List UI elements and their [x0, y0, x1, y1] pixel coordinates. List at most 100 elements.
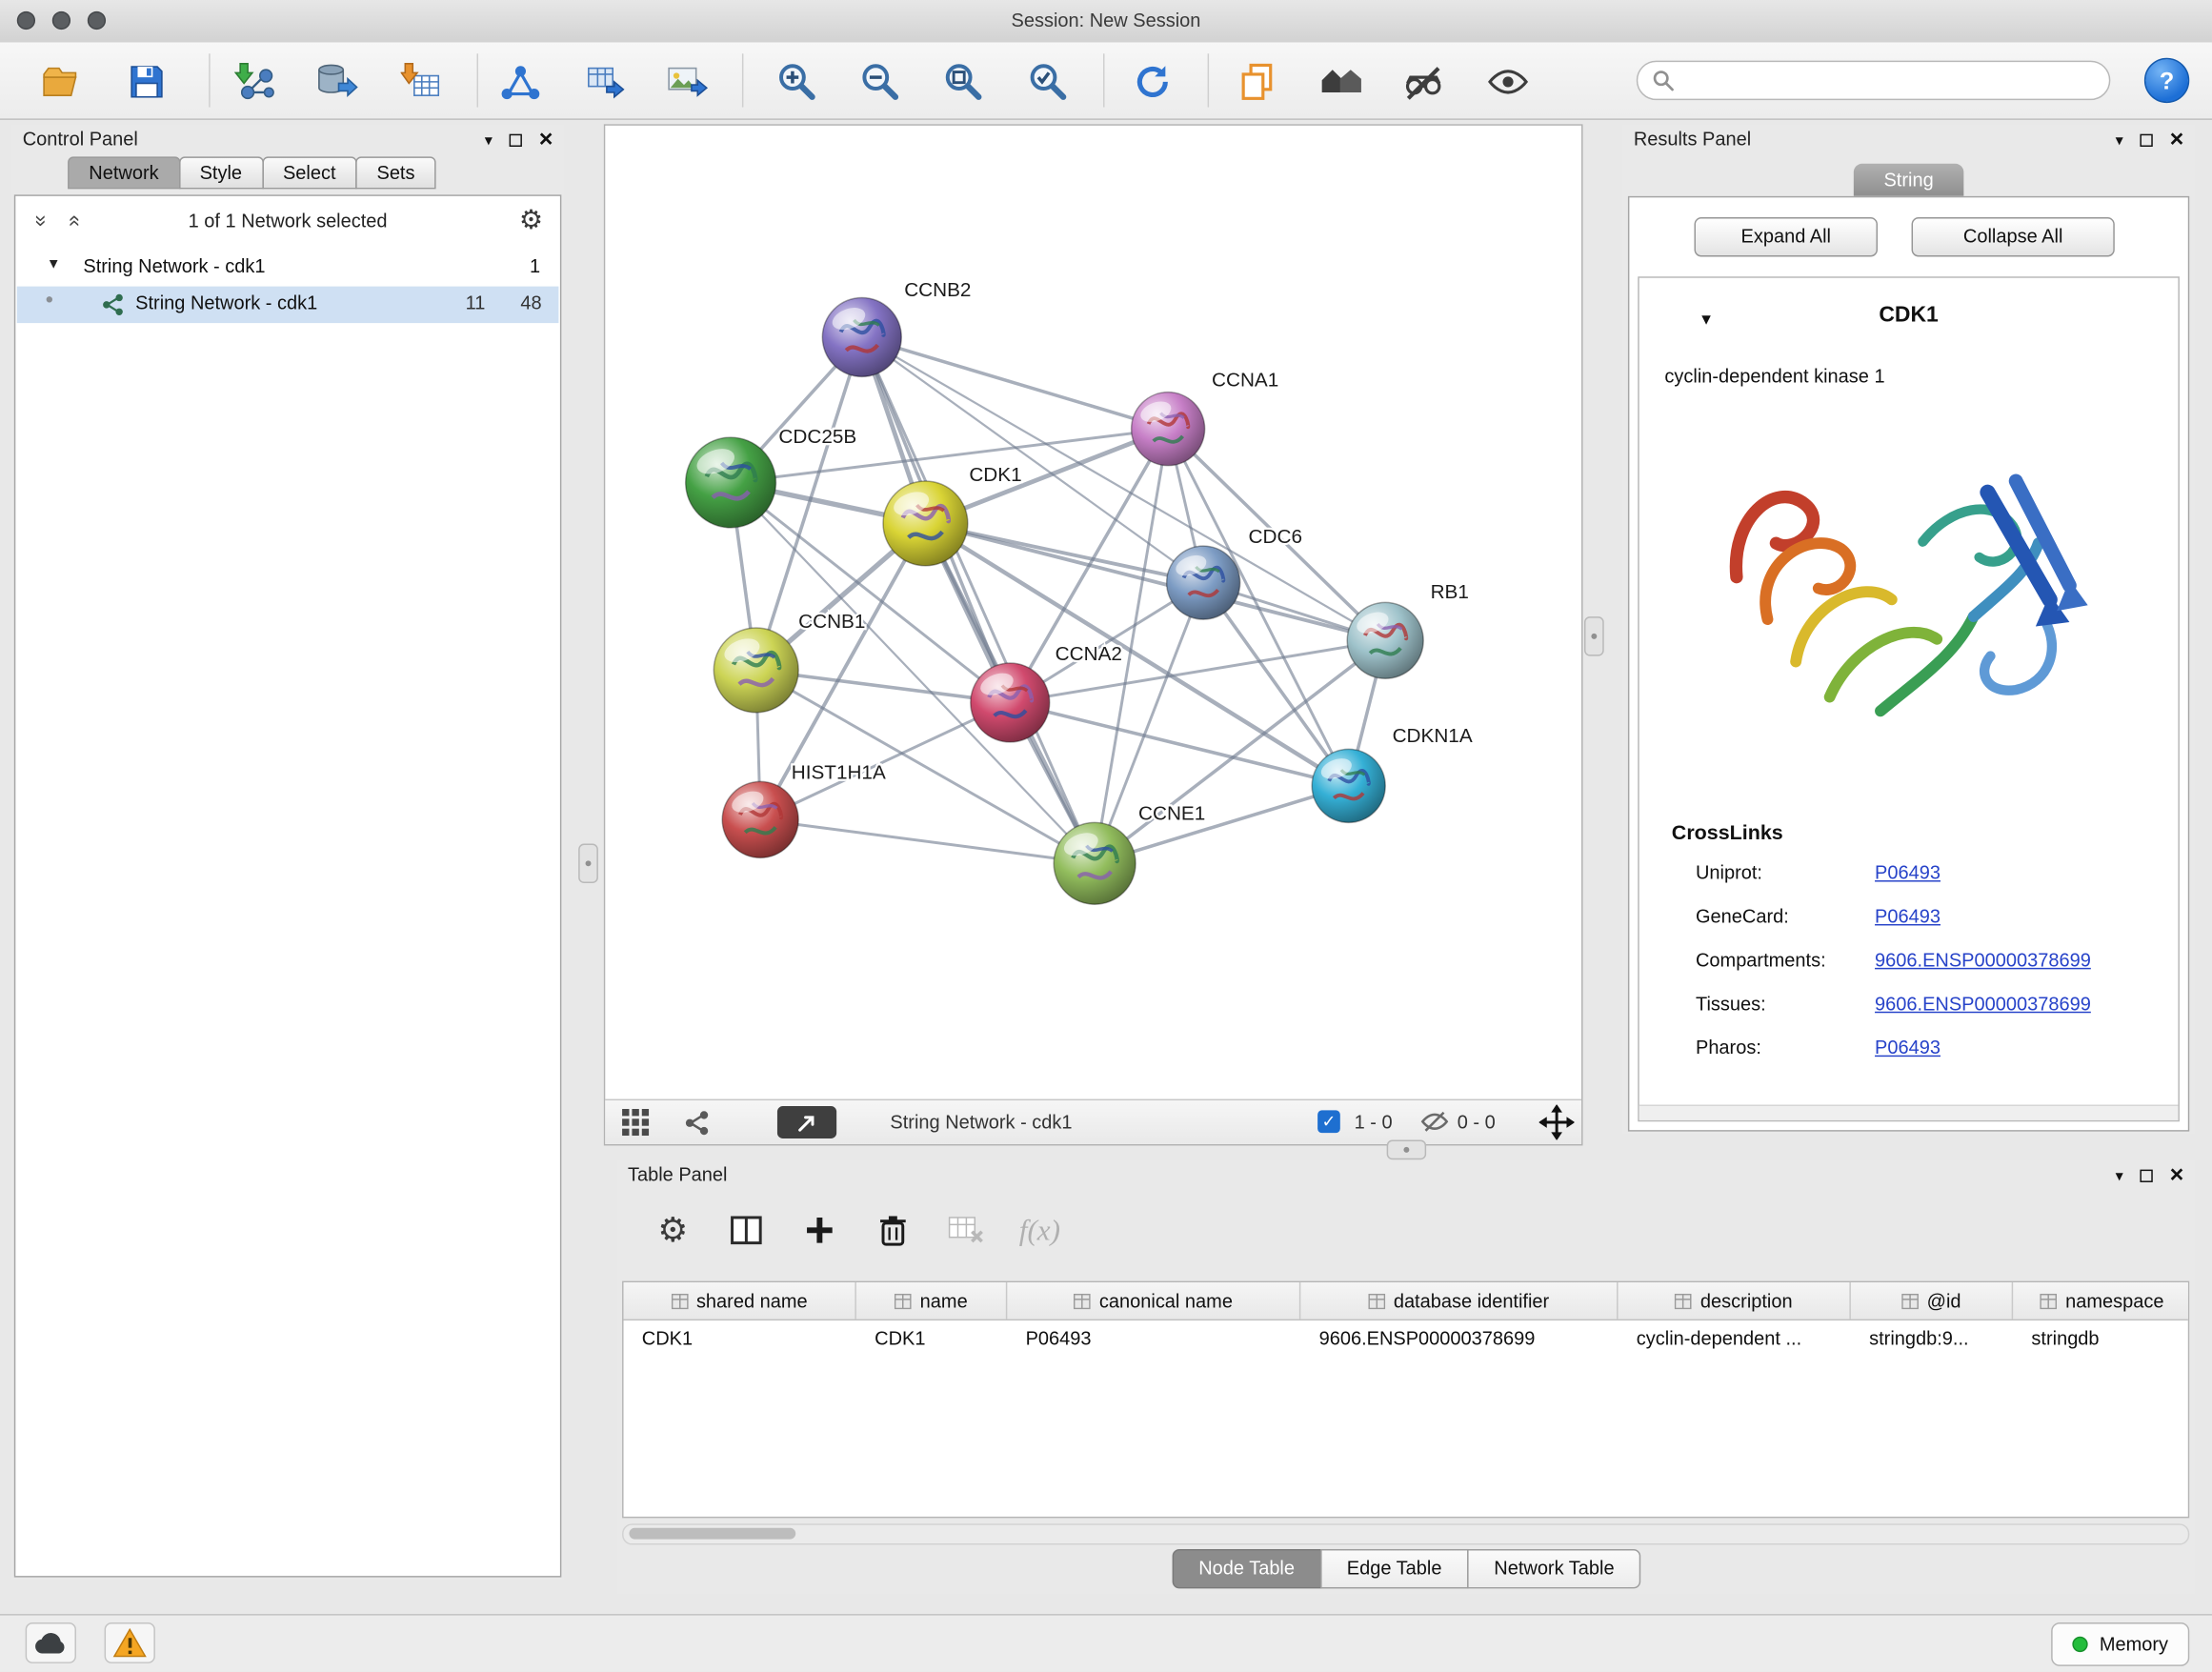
tab-sets[interactable]: Sets — [355, 156, 435, 189]
show-columns-button[interactable] — [721, 1205, 772, 1256]
cell-canonical-name[interactable]: P06493 — [1007, 1320, 1300, 1356]
home-button[interactable] — [1315, 55, 1368, 109]
cell-id[interactable]: stringdb:9... — [1851, 1320, 2013, 1356]
network-node-CCNB1[interactable] — [714, 628, 798, 713]
network-edge[interactable] — [862, 337, 1095, 863]
right-splitter-handle[interactable] — [1584, 616, 1604, 655]
zoom-selected-button[interactable] — [1021, 55, 1075, 109]
close-panel-icon[interactable]: × — [2170, 129, 2184, 151]
cell-description[interactable]: cyclin-dependent ... — [1619, 1320, 1851, 1356]
tab-style[interactable]: Style — [178, 156, 263, 189]
tab-select[interactable]: Select — [262, 156, 357, 189]
column-header-description[interactable]: description — [1619, 1282, 1851, 1319]
hide-details-button[interactable] — [1397, 55, 1450, 109]
network-node-CDC25B[interactable] — [686, 437, 776, 528]
zoom-fit-button[interactable] — [936, 55, 990, 109]
table-row[interactable]: CDK1 CDK1 P06493 9606.ENSP00000378699 cy… — [624, 1320, 2188, 1356]
collapse-all-button[interactable]: Collapse All — [1912, 217, 2115, 256]
function-builder-button-disabled[interactable]: f(x) — [1015, 1205, 1065, 1256]
network-node-CDC6[interactable] — [1167, 546, 1240, 619]
search-input[interactable] — [1686, 64, 2095, 98]
crosslink-link[interactable]: P06493 — [1875, 862, 1941, 883]
tab-node-table[interactable]: Node Table — [1172, 1549, 1321, 1588]
refresh-layout-button[interactable] — [1126, 55, 1179, 109]
column-header-name[interactable]: name — [856, 1282, 1007, 1319]
network-collection-row[interactable]: ▼ String Network - cdk1 1 — [15, 250, 560, 287]
minimize-panel-icon[interactable]: ▾ — [2116, 1166, 2123, 1184]
tab-string[interactable]: String — [1854, 164, 1964, 196]
pan-move-icon[interactable] — [1539, 1105, 1575, 1144]
cell-namespace[interactable]: stringdb — [2013, 1320, 2191, 1356]
cell-name[interactable]: CDK1 — [856, 1320, 1007, 1356]
column-header-database-identifier[interactable]: database identifier — [1300, 1282, 1618, 1319]
network-row-selected[interactable]: ● String Network - cdk1 11 48 — [17, 287, 559, 324]
network-canvas[interactable]: CCNB2CCNA1CDC25BCDK1CDC6RB1CCNB1CCNA2CDK… — [605, 126, 1581, 1099]
close-panel-icon[interactable]: × — [539, 129, 553, 151]
network-edge[interactable] — [925, 523, 1385, 640]
network-node-HIST1H1A[interactable] — [722, 781, 798, 857]
edge-count: 48 — [520, 292, 541, 313]
bottom-splitter-handle[interactable] — [1387, 1140, 1426, 1160]
crosslink-link[interactable]: P06493 — [1875, 1037, 1941, 1058]
share-network-icon[interactable] — [684, 1100, 710, 1144]
network-node-RB1[interactable] — [1347, 602, 1423, 678]
left-splitter-handle[interactable] — [578, 844, 598, 883]
network-node-CCNB2[interactable] — [822, 297, 901, 376]
network-node-CCNA1[interactable] — [1132, 393, 1205, 466]
column-header-shared-name[interactable]: shared name — [624, 1282, 856, 1319]
crosslink-link[interactable]: 9606.ENSP00000378699 — [1875, 994, 2091, 1015]
create-view-button[interactable] — [578, 55, 632, 109]
zoom-out-button[interactable] — [854, 55, 907, 109]
copy-document-button[interactable] — [1230, 55, 1283, 109]
crosslink-link[interactable]: P06493 — [1875, 906, 1941, 927]
delete-table-button-disabled[interactable] — [941, 1205, 992, 1256]
float-panel-icon[interactable] — [510, 133, 522, 146]
tab-edge-table[interactable]: Edge Table — [1320, 1549, 1469, 1588]
zoom-in-button[interactable] — [771, 55, 824, 109]
float-panel-icon[interactable] — [2141, 133, 2153, 146]
network-edge[interactable] — [760, 819, 1095, 863]
hidden-eye-icon[interactable] — [1420, 1110, 1449, 1137]
new-network-button[interactable] — [493, 55, 547, 109]
close-panel-icon[interactable]: × — [2170, 1164, 2184, 1187]
import-network-file-button[interactable] — [229, 55, 282, 109]
selected-checkbox-icon[interactable]: ✓ — [1317, 1110, 1340, 1133]
minimize-panel-icon[interactable]: ▾ — [485, 131, 493, 149]
float-panel-icon[interactable] — [2141, 1169, 2153, 1181]
external-link-button[interactable] — [777, 1106, 836, 1138]
column-header-id[interactable]: @id — [1851, 1282, 2013, 1319]
table-options-button[interactable]: ⚙ — [648, 1205, 698, 1256]
save-session-button[interactable] — [120, 55, 173, 109]
tab-network[interactable]: Network — [68, 156, 180, 189]
network-node-CCNE1[interactable] — [1054, 822, 1136, 904]
expand-all-button[interactable]: Expand All — [1695, 217, 1879, 256]
network-node-CCNA2[interactable] — [971, 663, 1050, 742]
export-image-button[interactable] — [660, 55, 714, 109]
overview-grid-icon[interactable] — [622, 1100, 649, 1144]
minimize-panel-icon[interactable]: ▾ — [2116, 131, 2123, 149]
network-options-gear-icon[interactable]: ⚙ — [519, 205, 543, 237]
help-button[interactable]: ? — [2144, 58, 2189, 103]
table-horizontal-scrollbar[interactable] — [622, 1523, 2189, 1544]
results-horizontal-scrollbar[interactable] — [1639, 1105, 2179, 1120]
import-table-file-button[interactable] — [395, 55, 449, 109]
memory-button[interactable]: Memory — [2052, 1622, 2190, 1666]
warning-button[interactable] — [105, 1622, 155, 1663]
cloud-button[interactable] — [26, 1622, 76, 1663]
crosslink-link[interactable]: 9606.ENSP00000378699 — [1875, 950, 2091, 971]
import-network-database-button[interactable] — [311, 55, 364, 109]
column-header-namespace[interactable]: namespace — [2013, 1282, 2191, 1319]
open-session-button[interactable] — [35, 55, 89, 109]
add-column-button[interactable] — [794, 1205, 845, 1256]
disclosure-triangle-icon[interactable]: ▼ — [47, 257, 61, 272]
network-node-CDK1[interactable] — [883, 481, 968, 566]
show-details-button[interactable] — [1481, 55, 1535, 109]
scrollbar-thumb[interactable] — [629, 1528, 795, 1540]
cell-database-identifier[interactable]: 9606.ENSP00000378699 — [1300, 1320, 1618, 1356]
delete-column-button[interactable] — [868, 1205, 918, 1256]
network-node-CDKN1A[interactable] — [1312, 749, 1385, 822]
cell-shared-name[interactable]: CDK1 — [624, 1320, 856, 1356]
tab-network-table[interactable]: Network Table — [1467, 1549, 1641, 1588]
column-header-canonical-name[interactable]: canonical name — [1007, 1282, 1300, 1319]
network-edge[interactable] — [862, 337, 1168, 429]
